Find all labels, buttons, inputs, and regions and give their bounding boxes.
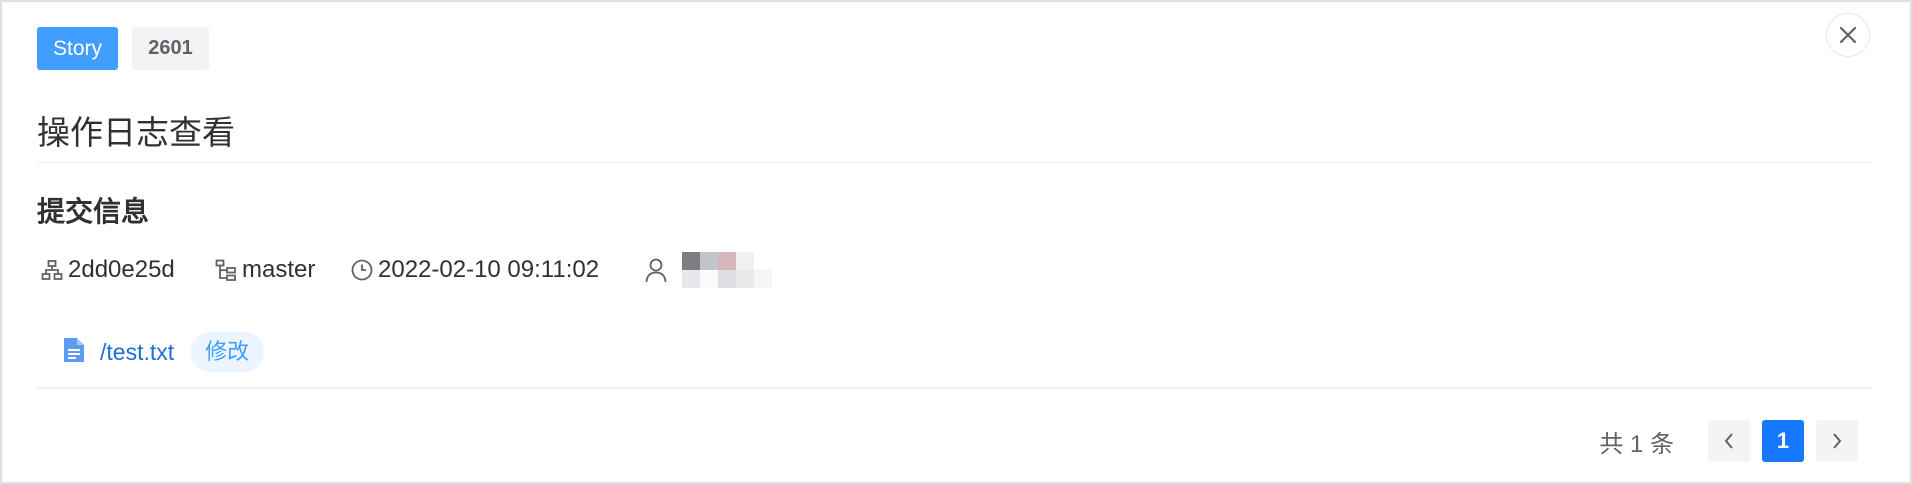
story-tag: Story: [37, 27, 118, 70]
chevron-left-icon: [1724, 433, 1733, 449]
close-button[interactable]: [1826, 13, 1870, 57]
pagination: 共 1 条 1: [1599, 420, 1858, 462]
file-list-item: /test.txt 修改: [62, 330, 265, 374]
list-divider: [37, 387, 1871, 389]
page-number-button[interactable]: 1: [1762, 420, 1804, 462]
next-page-button[interactable]: [1816, 420, 1858, 462]
change-type-badge: 修改: [190, 332, 265, 372]
pagination-total: 共 1 条: [1599, 430, 1674, 458]
commit-branch: master: [214, 252, 315, 288]
close-icon: [1839, 26, 1857, 44]
commit-hash-text: 2dd0e25d: [68, 256, 175, 283]
commit-branch-text: master: [242, 256, 316, 283]
story-id-tag: 2601: [132, 27, 209, 70]
commit-hash: 2dd0e25d: [40, 252, 175, 288]
title-divider: [37, 162, 1871, 163]
prev-page-button[interactable]: [1708, 420, 1750, 462]
section-title: 提交信息: [37, 196, 150, 227]
org-tree-icon: [40, 258, 64, 282]
document-icon: [62, 336, 86, 369]
file-path-link[interactable]: /test.txt: [100, 339, 174, 366]
branch-icon: [214, 258, 238, 282]
page-title: 操作日志查看: [37, 114, 235, 151]
commit-time: 2022-02-10 09:11:02: [350, 252, 599, 288]
commit-time-text: 2022-02-10 09:11:02: [378, 256, 600, 283]
clock-icon: [350, 258, 374, 282]
commit-author: [644, 252, 772, 288]
user-icon: [644, 257, 668, 283]
log-dialog: Story 2601 操作日志查看 提交信息 2dd0e25d master 2…: [0, 0, 1912, 484]
chevron-right-icon: [1833, 433, 1842, 449]
author-name-redacted: [682, 252, 772, 288]
